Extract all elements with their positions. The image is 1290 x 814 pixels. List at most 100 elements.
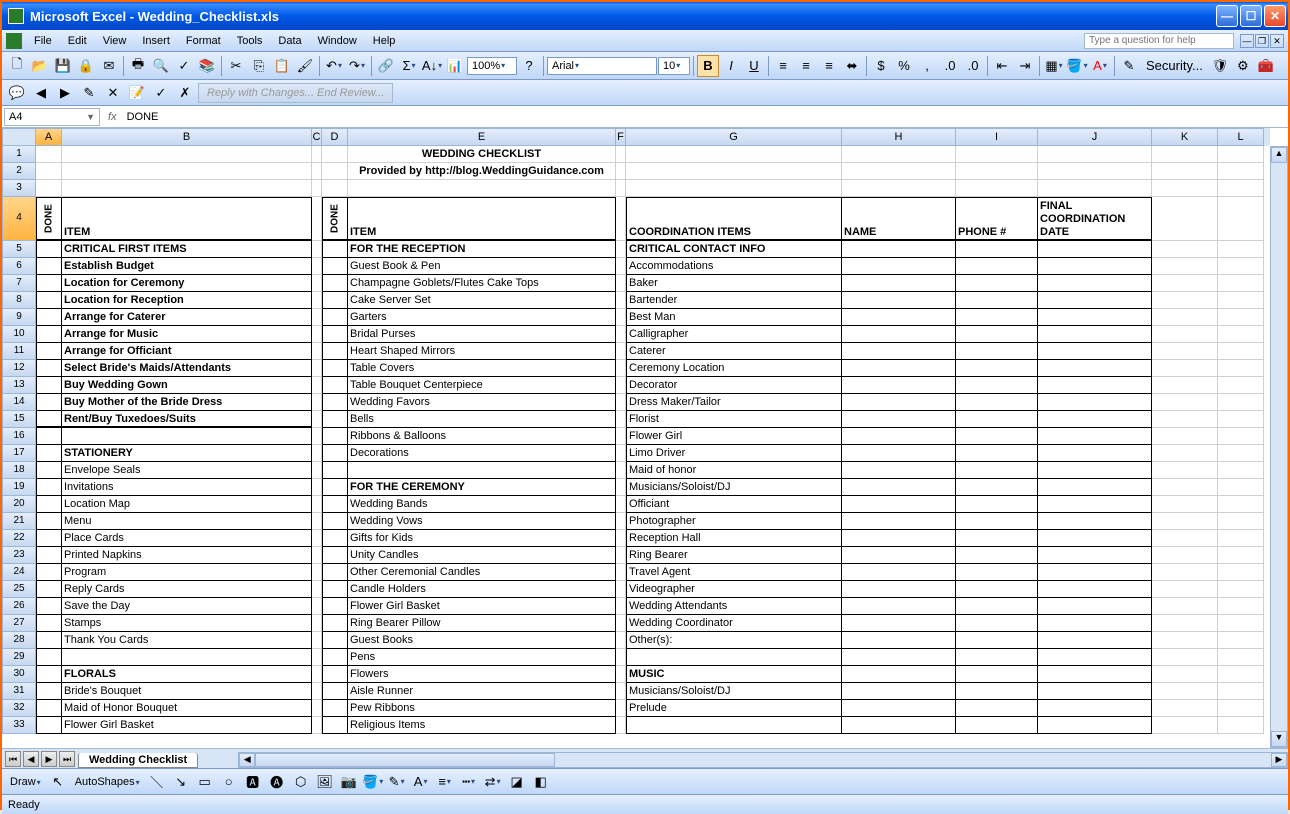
cell[interactable]: [322, 360, 348, 377]
cell[interactable]: [62, 180, 312, 197]
cell[interactable]: [36, 411, 62, 428]
cell[interactable]: [322, 180, 348, 197]
row-header-2[interactable]: 2: [2, 163, 36, 180]
next-comment-button[interactable]: ▶: [54, 82, 76, 104]
cell[interactable]: [956, 411, 1038, 428]
cell[interactable]: [312, 445, 322, 462]
cell[interactable]: [616, 360, 626, 377]
cell[interactable]: [842, 394, 956, 411]
cell[interactable]: [62, 163, 312, 180]
cell[interactable]: [1218, 146, 1264, 163]
undo-button[interactable]: ↶: [323, 55, 345, 77]
cell[interactable]: Florist: [626, 411, 842, 428]
cell[interactable]: WEDDING CHECKLIST: [348, 146, 616, 163]
cell[interactable]: [1218, 479, 1264, 496]
reject-button[interactable]: ✗: [174, 82, 196, 104]
tab-nav-next[interactable]: ▶: [41, 751, 57, 767]
cell[interactable]: [62, 146, 312, 163]
cell[interactable]: [312, 146, 322, 163]
save-button[interactable]: 💾: [52, 55, 74, 77]
col-header-h[interactable]: H: [842, 128, 956, 146]
permission-button[interactable]: 🔒: [75, 55, 97, 77]
cell[interactable]: [1152, 146, 1218, 163]
cell[interactable]: Arrange for Officiant: [62, 343, 312, 360]
hyperlink-button[interactable]: 🔗: [375, 55, 397, 77]
cell[interactable]: [1218, 632, 1264, 649]
cell[interactable]: Prelude: [626, 700, 842, 717]
cell[interactable]: [956, 292, 1038, 309]
cell[interactable]: [616, 513, 626, 530]
row-header-1[interactable]: 1: [2, 146, 36, 163]
row-header-23[interactable]: 23: [2, 547, 36, 564]
cell[interactable]: COORDINATION ITEMS: [626, 197, 842, 241]
cell[interactable]: [312, 292, 322, 309]
cell[interactable]: Videographer: [626, 581, 842, 598]
cell[interactable]: Champagne Goblets/Flutes Cake Tops: [348, 275, 616, 292]
decrease-decimal-button[interactable]: .0: [962, 55, 984, 77]
cell[interactable]: [842, 598, 956, 615]
cell[interactable]: [322, 292, 348, 309]
cell[interactable]: [956, 547, 1038, 564]
cell[interactable]: [1038, 241, 1152, 258]
tab-nav-prev[interactable]: ◀: [23, 751, 39, 767]
cell[interactable]: [956, 146, 1038, 163]
cell[interactable]: [312, 649, 322, 666]
vb-editor-button[interactable]: ⚙: [1232, 55, 1254, 77]
cell[interactable]: [322, 598, 348, 615]
cell[interactable]: [1218, 598, 1264, 615]
cell[interactable]: [322, 632, 348, 649]
cell[interactable]: [1038, 530, 1152, 547]
col-header-a[interactable]: A: [36, 128, 62, 146]
vertical-scrollbar[interactable]: ▲ ▼: [1270, 146, 1288, 748]
col-header-f[interactable]: F: [616, 128, 626, 146]
scroll-down-button[interactable]: ▼: [1271, 731, 1287, 747]
cell[interactable]: [956, 700, 1038, 717]
cell[interactable]: [616, 241, 626, 258]
cell[interactable]: [62, 649, 312, 666]
cell[interactable]: [36, 258, 62, 275]
help-button[interactable]: ?: [518, 55, 540, 77]
cell[interactable]: [616, 632, 626, 649]
cell[interactable]: [1152, 163, 1218, 180]
cell[interactable]: [842, 411, 956, 428]
menu-file[interactable]: File: [26, 33, 60, 49]
cell[interactable]: [1218, 292, 1264, 309]
autoshapes-menu[interactable]: AutoShapes: [71, 776, 144, 788]
cell[interactable]: [616, 180, 626, 197]
name-box-dropdown-icon[interactable]: ▼: [86, 112, 95, 122]
cell[interactable]: Guest Book & Pen: [348, 258, 616, 275]
cell[interactable]: [1038, 292, 1152, 309]
cell[interactable]: [1038, 581, 1152, 598]
cell[interactable]: [956, 615, 1038, 632]
cell[interactable]: [1152, 275, 1218, 292]
cell[interactable]: [322, 717, 348, 734]
cell[interactable]: [322, 309, 348, 326]
cell[interactable]: [1218, 717, 1264, 734]
cell[interactable]: [956, 360, 1038, 377]
cell[interactable]: [1218, 163, 1264, 180]
cell[interactable]: [1152, 598, 1218, 615]
percent-button[interactable]: %: [893, 55, 915, 77]
col-header-k[interactable]: K: [1152, 128, 1218, 146]
cell[interactable]: [842, 581, 956, 598]
cell[interactable]: [842, 717, 956, 734]
email-button[interactable]: ✉: [98, 55, 120, 77]
cell[interactable]: [1038, 309, 1152, 326]
cell[interactable]: [1152, 547, 1218, 564]
cell[interactable]: [312, 700, 322, 717]
cell[interactable]: [1218, 309, 1264, 326]
cell[interactable]: [36, 632, 62, 649]
cell[interactable]: [1152, 717, 1218, 734]
cell[interactable]: Stamps: [62, 615, 312, 632]
fill-color-button[interactable]: 🪣: [1066, 55, 1088, 77]
cell[interactable]: CRITICAL CONTACT INFO: [626, 241, 842, 258]
menu-insert[interactable]: Insert: [134, 33, 178, 49]
row-header-6[interactable]: 6: [2, 258, 36, 275]
cell[interactable]: [348, 180, 616, 197]
cell[interactable]: [36, 717, 62, 734]
col-header-l[interactable]: L: [1218, 128, 1264, 146]
cell[interactable]: [312, 360, 322, 377]
cell[interactable]: [956, 683, 1038, 700]
cell[interactable]: [1152, 343, 1218, 360]
scroll-left-button[interactable]: ◀: [239, 753, 255, 767]
